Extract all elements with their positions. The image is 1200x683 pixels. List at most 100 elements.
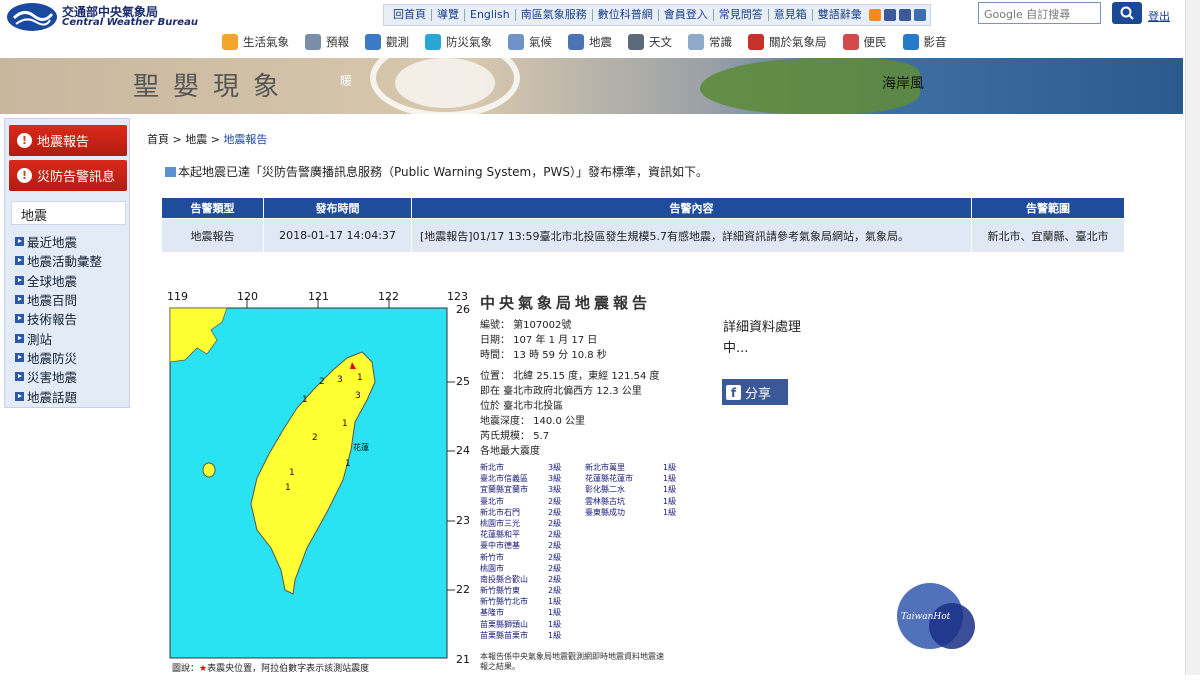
facebook-icon[interactable] bbox=[883, 9, 896, 21]
logout-link[interactable]: 登出 bbox=[1148, 8, 1170, 24]
nav-item-label: 觀測 bbox=[386, 35, 409, 49]
station-intensity: 1級 bbox=[663, 463, 677, 472]
station-intensity: 2級 bbox=[548, 563, 562, 573]
top-link-home[interactable]: 回首頁 bbox=[388, 9, 432, 21]
detail-line: 中... bbox=[723, 341, 749, 356]
nav-item-7[interactable]: 常識 bbox=[688, 34, 732, 50]
nav-item-10[interactable]: 影音 bbox=[902, 34, 947, 50]
sidebar-item-label: 地震活動彙整 bbox=[27, 254, 103, 270]
station-intensity: 3級 bbox=[548, 474, 562, 484]
arrow-icon bbox=[15, 256, 24, 266]
search-input[interactable]: Google 自訂搜尋 bbox=[978, 2, 1101, 24]
nav-item-label: 影音 bbox=[923, 35, 947, 49]
mobile-app-icon[interactable] bbox=[898, 9, 911, 21]
station-name: 苗栗縣苗栗市 bbox=[480, 630, 528, 640]
intensity-row: 苗栗縣苗栗市 1級 bbox=[480, 630, 570, 641]
station-name: 臺北市 bbox=[480, 496, 504, 506]
sidebar-item[interactable]: 地震活動彙整 bbox=[15, 251, 102, 270]
top-link-sitemap[interactable]: 導覽 bbox=[432, 9, 465, 21]
social-icons bbox=[868, 9, 926, 21]
lon-tick: 122 bbox=[378, 290, 399, 303]
intensity-row: 桃園市三光 2級 bbox=[480, 518, 570, 529]
top-link-feedback[interactable]: 意見箱 bbox=[769, 9, 813, 21]
nav-item-0[interactable]: 生活氣象 bbox=[222, 34, 289, 50]
station-name: 基隆市 bbox=[480, 608, 504, 618]
legend-text: 表震央位置，阿拉伯數字表示該測站震度 bbox=[207, 664, 370, 674]
nav-item-6[interactable]: 天文 bbox=[628, 34, 672, 50]
intensity-row: 新北市萬里 1級 bbox=[585, 462, 676, 473]
sidebar-item-label: 地震防災 bbox=[27, 350, 78, 366]
arrow-icon bbox=[15, 333, 24, 343]
facebook-share-button[interactable]: f 分享 bbox=[722, 379, 788, 405]
svg-text:1: 1 bbox=[342, 419, 348, 429]
sidebar-item[interactable]: 技術報告 bbox=[15, 309, 102, 328]
sidebar-item[interactable]: 全球地震 bbox=[15, 271, 102, 290]
search-button[interactable] bbox=[1112, 2, 1142, 24]
nav-icon bbox=[628, 34, 644, 50]
nav-item-4[interactable]: 氣候 bbox=[508, 34, 552, 50]
intensity-row: 臺北市信義區 3級 bbox=[480, 473, 570, 484]
sidebar-item-label: 地震百問 bbox=[27, 293, 78, 309]
cwb-logo-icon[interactable] bbox=[6, 2, 58, 32]
svg-text:1: 1 bbox=[285, 483, 291, 493]
sidebar-item[interactable]: 地震百問 bbox=[15, 290, 102, 309]
lat-tick: 23 bbox=[456, 514, 470, 527]
sidebar-item[interactable]: 地震防災 bbox=[15, 348, 102, 367]
arrow-icon bbox=[15, 237, 24, 247]
breadcrumb-home[interactable]: 首頁 bbox=[147, 133, 169, 146]
nav-item-5[interactable]: 地震 bbox=[568, 34, 612, 50]
nav-item-8[interactable]: 關於氣象局 bbox=[748, 34, 827, 50]
sidebar-item[interactable]: 災害地震 bbox=[15, 367, 102, 386]
report-magnitude: 芮氏規模： 5.7 bbox=[480, 431, 550, 442]
intensity-row: 基隆市 1級 bbox=[480, 607, 570, 618]
table-cell: 2018-01-17 14:04:37 bbox=[263, 218, 412, 253]
sidebar-item[interactable]: 地震話題 bbox=[15, 386, 102, 405]
nav-icon bbox=[425, 34, 441, 50]
top-link-login[interactable]: 會員登入 bbox=[659, 9, 714, 21]
nav-item-1[interactable]: 預報 bbox=[305, 34, 349, 50]
intensity-row: 花蓮縣花蓮市 1級 bbox=[585, 473, 676, 484]
sidebar-warning-button[interactable]: ! 災防告警訊息 bbox=[9, 160, 127, 191]
rss-icon[interactable] bbox=[868, 9, 881, 21]
sidebar-item-label: 全球地震 bbox=[27, 273, 78, 289]
top-link-english[interactable]: English bbox=[465, 9, 516, 21]
top-link-south[interactable]: 南區氣象服務 bbox=[516, 9, 593, 21]
table-header: 告警範圍 bbox=[971, 197, 1125, 219]
station-name: 桃園市三光 bbox=[480, 518, 520, 528]
main-nav: 生活氣象 預報 觀測 防災氣象 氣候 地震 天文 常識 關於氣象局 便民 影音 bbox=[222, 34, 963, 50]
logo-title-en[interactable]: Central Weather Bureau bbox=[62, 17, 198, 28]
station-name: 新北市萬里 bbox=[585, 463, 625, 472]
taiwan-map-graphic: 1 2 3 1 3 1 2 1 1 1 花蓮 bbox=[169, 298, 455, 659]
breadcrumb-separator: > bbox=[172, 133, 182, 146]
nav-item-9[interactable]: 便民 bbox=[842, 34, 887, 50]
top-link-science[interactable]: 數位科普網 bbox=[593, 9, 659, 21]
station-name: 彰化縣二水 bbox=[585, 485, 625, 495]
page-scrollbar[interactable] bbox=[1185, 0, 1200, 675]
breadcrumb-current[interactable]: 地震報告 bbox=[223, 133, 267, 146]
station-intensity: 2級 bbox=[548, 496, 562, 506]
nav-icon bbox=[748, 34, 764, 50]
sidebar-item[interactable]: 最近地震 bbox=[15, 232, 102, 251]
top-link-faq[interactable]: 常見問答 bbox=[714, 9, 769, 21]
station-intensity: 1級 bbox=[663, 507, 677, 517]
report-depth: 地震深度： 140.0 公里 bbox=[480, 416, 585, 427]
nav-item-label: 天文 bbox=[649, 35, 672, 49]
sidebar-list: 最近地震地震活動彙整 全球地震地震百問 技術報告 測站地震防災 災害地震 地震話題 bbox=[15, 232, 102, 406]
notice-icon bbox=[165, 166, 176, 177]
alert-icon: ! bbox=[17, 168, 32, 183]
tablet-icon[interactable] bbox=[913, 9, 926, 21]
arrow-icon bbox=[15, 314, 24, 324]
sidebar-item[interactable]: 測站 bbox=[15, 328, 102, 347]
legend-prefix: 圖說： bbox=[172, 664, 200, 674]
intensity-row: 新竹縣竹北市 1級 bbox=[480, 596, 570, 607]
sidebar-earthquake-report-button[interactable]: ! 地震報告 bbox=[9, 125, 127, 156]
nav-item-2[interactable]: 觀測 bbox=[365, 34, 409, 50]
station-name: 南投縣合歡山 bbox=[480, 574, 528, 584]
breadcrumb-earthquake[interactable]: 地震 bbox=[185, 133, 207, 146]
nav-item-label: 地震 bbox=[589, 35, 612, 49]
top-link-glossary[interactable]: 雙語辭彙 bbox=[813, 9, 867, 21]
station-intensity: 2級 bbox=[548, 507, 562, 517]
arrow-icon bbox=[15, 372, 24, 382]
nav-item-3[interactable]: 防災氣象 bbox=[425, 34, 492, 50]
table-cell: 地震報告 bbox=[161, 218, 264, 253]
